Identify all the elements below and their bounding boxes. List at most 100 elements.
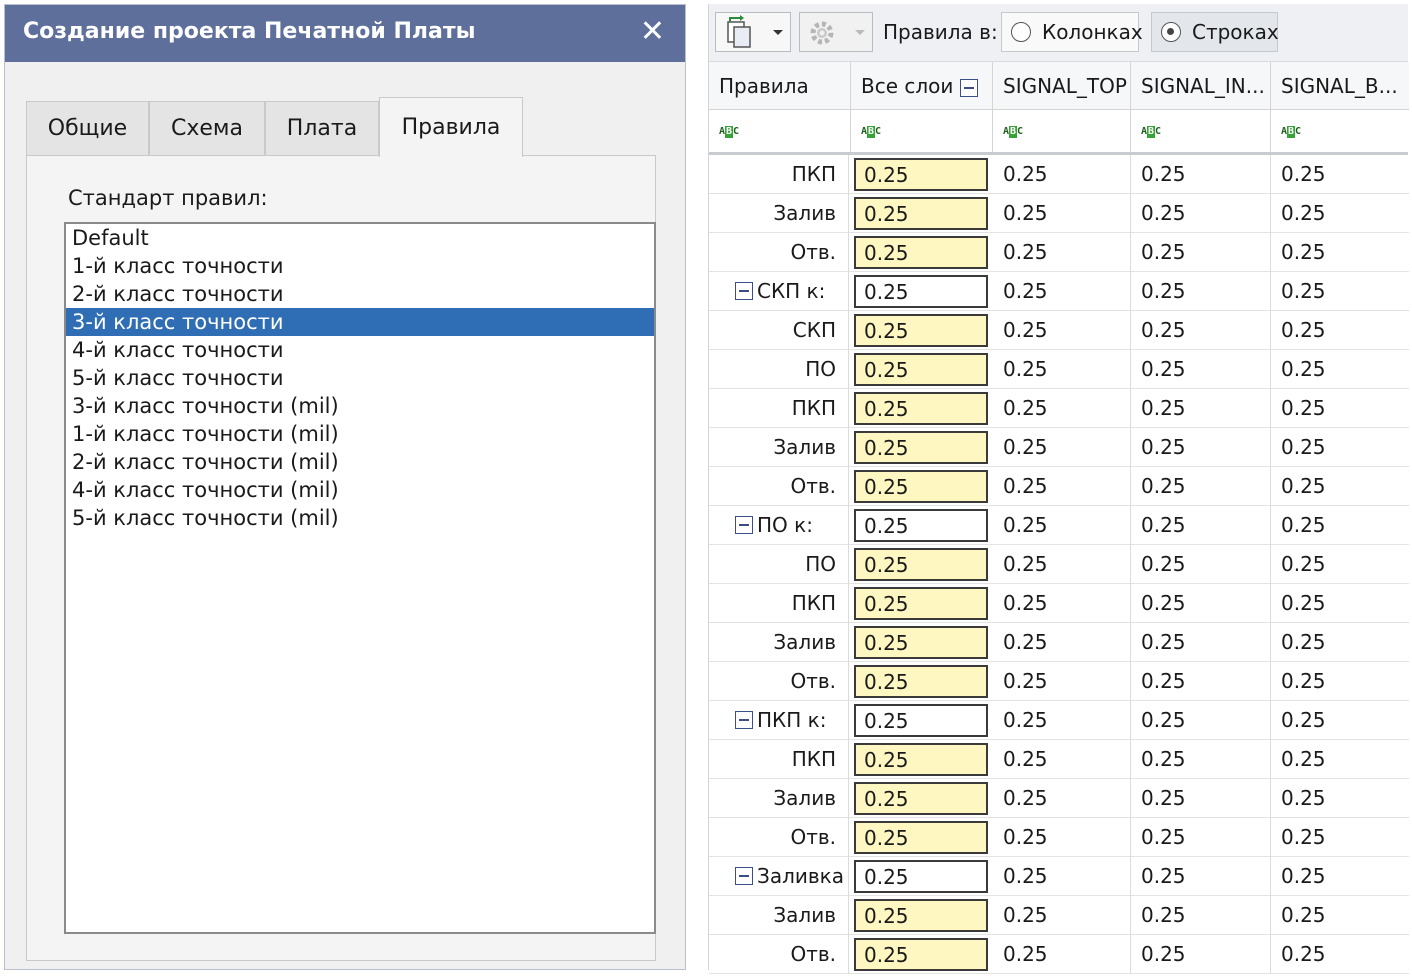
settings-button[interactable] — [799, 12, 873, 52]
signal-inner-value[interactable]: 0.25 — [1131, 389, 1271, 428]
table-row[interactable]: ПКП 0.25 0.25 0.25 0.25 — [709, 740, 1409, 779]
copy-layers-button[interactable] — [715, 12, 791, 52]
table-row[interactable]: СКП 0.25 0.25 0.25 0.25 — [709, 311, 1409, 350]
signal-bottom-value[interactable]: 0.25 — [1271, 194, 1409, 233]
signal-bottom-value[interactable]: 0.25 — [1271, 506, 1409, 545]
group-row[interactable]: ПО к: 0.25 0.25 0.25 0.25 — [709, 506, 1409, 545]
all-layers-value[interactable]: 0.25 — [854, 782, 988, 815]
signal-top-value[interactable]: 0.25 — [993, 584, 1131, 623]
table-row[interactable]: Залив 0.25 0.25 0.25 0.25 — [709, 896, 1409, 935]
signal-inner-value[interactable]: 0.25 — [1131, 701, 1271, 740]
header-signal-top[interactable]: SIGNAL_TOP — [993, 62, 1131, 110]
tab-rules[interactable]: Правила — [379, 97, 523, 157]
all-layers-value[interactable]: 0.25 — [854, 197, 988, 230]
table-row[interactable]: Отв. 0.25 0.25 0.25 0.25 — [709, 818, 1409, 857]
signal-bottom-value[interactable]: 0.25 — [1271, 389, 1409, 428]
tab-board[interactable]: Плата — [265, 101, 379, 155]
signal-inner-value[interactable]: 0.25 — [1131, 350, 1271, 389]
table-row[interactable]: Отв. 0.25 0.25 0.25 0.25 — [709, 935, 1409, 974]
all-layers-value[interactable]: 0.25 — [854, 899, 988, 932]
header-signal-bottom[interactable]: SIGNAL_B... — [1271, 62, 1409, 110]
all-layers-value[interactable]: 0.25 — [854, 353, 988, 386]
signal-top-value[interactable]: 0.25 — [993, 272, 1131, 311]
table-row[interactable]: Залив 0.25 0.25 0.25 0.25 — [709, 779, 1409, 818]
signal-top-value[interactable]: 0.25 — [993, 350, 1131, 389]
all-layers-value[interactable]: 0.25 — [854, 470, 988, 503]
signal-bottom-value[interactable]: 0.25 — [1271, 311, 1409, 350]
signal-inner-value[interactable]: 0.25 — [1131, 857, 1271, 896]
all-layers-value[interactable]: 0.25 — [854, 548, 988, 581]
standards-list[interactable]: Default 1-й класс точности 2-й класс точно… — [64, 222, 656, 934]
signal-inner-value[interactable]: 0.25 — [1131, 740, 1271, 779]
standard-item[interactable]: 1-й класс точности — [66, 252, 654, 280]
table-row[interactable]: ПКП 0.25 0.25 0.25 0.25 — [709, 155, 1409, 194]
all-layers-value[interactable]: 0.25 — [854, 821, 988, 854]
signal-top-value[interactable]: 0.25 — [993, 662, 1131, 701]
signal-bottom-value[interactable]: 0.25 — [1271, 545, 1409, 584]
signal-top-value[interactable]: 0.25 — [993, 779, 1131, 818]
standard-item[interactable]: 3-й класс точности — [66, 308, 654, 336]
all-layers-value[interactable]: 0.25 — [854, 509, 988, 542]
signal-top-value[interactable]: 0.25 — [993, 818, 1131, 857]
signal-bottom-value[interactable]: 0.25 — [1271, 428, 1409, 467]
filter-signal-top[interactable]: ABC — [993, 110, 1131, 154]
tab-schematic[interactable]: Схема — [149, 101, 265, 155]
standard-item[interactable]: 2-й класс точности (mil) — [66, 448, 654, 476]
standard-item[interactable]: 2-й класс точности — [66, 280, 654, 308]
signal-bottom-value[interactable]: 0.25 — [1271, 272, 1409, 311]
signal-top-value[interactable]: 0.25 — [993, 389, 1131, 428]
table-row[interactable]: Залив 0.25 0.25 0.25 0.25 — [709, 428, 1409, 467]
table-row[interactable]: Отв. 0.25 0.25 0.25 0.25 — [709, 662, 1409, 701]
all-layers-value[interactable]: 0.25 — [854, 704, 988, 737]
signal-inner-value[interactable]: 0.25 — [1131, 272, 1271, 311]
signal-top-value[interactable]: 0.25 — [993, 155, 1131, 194]
signal-inner-value[interactable]: 0.25 — [1131, 467, 1271, 506]
signal-bottom-value[interactable]: 0.25 — [1271, 935, 1409, 974]
collapse-icon[interactable] — [959, 78, 978, 97]
all-layers-value[interactable]: 0.25 — [854, 938, 988, 971]
filter-signal-inner[interactable]: ABC — [1131, 110, 1271, 154]
signal-top-value[interactable]: 0.25 — [993, 896, 1131, 935]
collapse-icon[interactable] — [735, 867, 753, 885]
signal-bottom-value[interactable]: 0.25 — [1271, 350, 1409, 389]
table-row[interactable]: ПКП 0.25 0.25 0.25 0.25 — [709, 584, 1409, 623]
signal-bottom-value[interactable]: 0.25 — [1271, 740, 1409, 779]
signal-inner-value[interactable]: 0.25 — [1131, 311, 1271, 350]
signal-bottom-value[interactable]: 0.25 — [1271, 467, 1409, 506]
signal-inner-value[interactable]: 0.25 — [1131, 662, 1271, 701]
standard-item[interactable]: 1-й класс точности (mil) — [66, 420, 654, 448]
signal-inner-value[interactable]: 0.25 — [1131, 584, 1271, 623]
standard-item[interactable]: Default — [66, 224, 654, 252]
signal-bottom-value[interactable]: 0.25 — [1271, 701, 1409, 740]
all-layers-value[interactable]: 0.25 — [854, 860, 988, 893]
signal-bottom-value[interactable]: 0.25 — [1271, 233, 1409, 272]
group-row[interactable]: ПКП к: 0.25 0.25 0.25 0.25 — [709, 701, 1409, 740]
group-row[interactable]: Заливка 0.25 0.25 0.25 0.25 — [709, 857, 1409, 896]
all-layers-value[interactable]: 0.25 — [854, 392, 988, 425]
signal-inner-value[interactable]: 0.25 — [1131, 233, 1271, 272]
signal-inner-value[interactable]: 0.25 — [1131, 896, 1271, 935]
signal-inner-value[interactable]: 0.25 — [1131, 623, 1271, 662]
signal-top-value[interactable]: 0.25 — [993, 935, 1131, 974]
signal-top-value[interactable]: 0.25 — [993, 545, 1131, 584]
filter-signal-bottom[interactable]: ABC — [1271, 110, 1409, 154]
all-layers-value[interactable]: 0.25 — [854, 587, 988, 620]
filter-rules[interactable]: ABC — [709, 110, 851, 154]
close-icon[interactable]: ✕ — [640, 15, 665, 49]
standard-item[interactable]: 5-й класс точности — [66, 364, 654, 392]
signal-top-value[interactable]: 0.25 — [993, 857, 1131, 896]
all-layers-value[interactable]: 0.25 — [854, 275, 988, 308]
signal-top-value[interactable]: 0.25 — [993, 194, 1131, 233]
tab-general[interactable]: Общие — [26, 101, 149, 155]
header-all-layers[interactable]: Все слои — [851, 62, 993, 110]
dropdown-arrow-icon[interactable] — [770, 14, 786, 50]
standard-item[interactable]: 3-й класс точности (mil) — [66, 392, 654, 420]
all-layers-value[interactable]: 0.25 — [854, 236, 988, 269]
signal-bottom-value[interactable]: 0.25 — [1271, 662, 1409, 701]
table-row[interactable]: ПО 0.25 0.25 0.25 0.25 — [709, 545, 1409, 584]
signal-top-value[interactable]: 0.25 — [993, 467, 1131, 506]
radio-rows[interactable]: Строках — [1151, 12, 1279, 52]
all-layers-value[interactable]: 0.25 — [854, 431, 988, 464]
all-layers-value[interactable]: 0.25 — [854, 314, 988, 347]
collapse-icon[interactable] — [735, 516, 753, 534]
